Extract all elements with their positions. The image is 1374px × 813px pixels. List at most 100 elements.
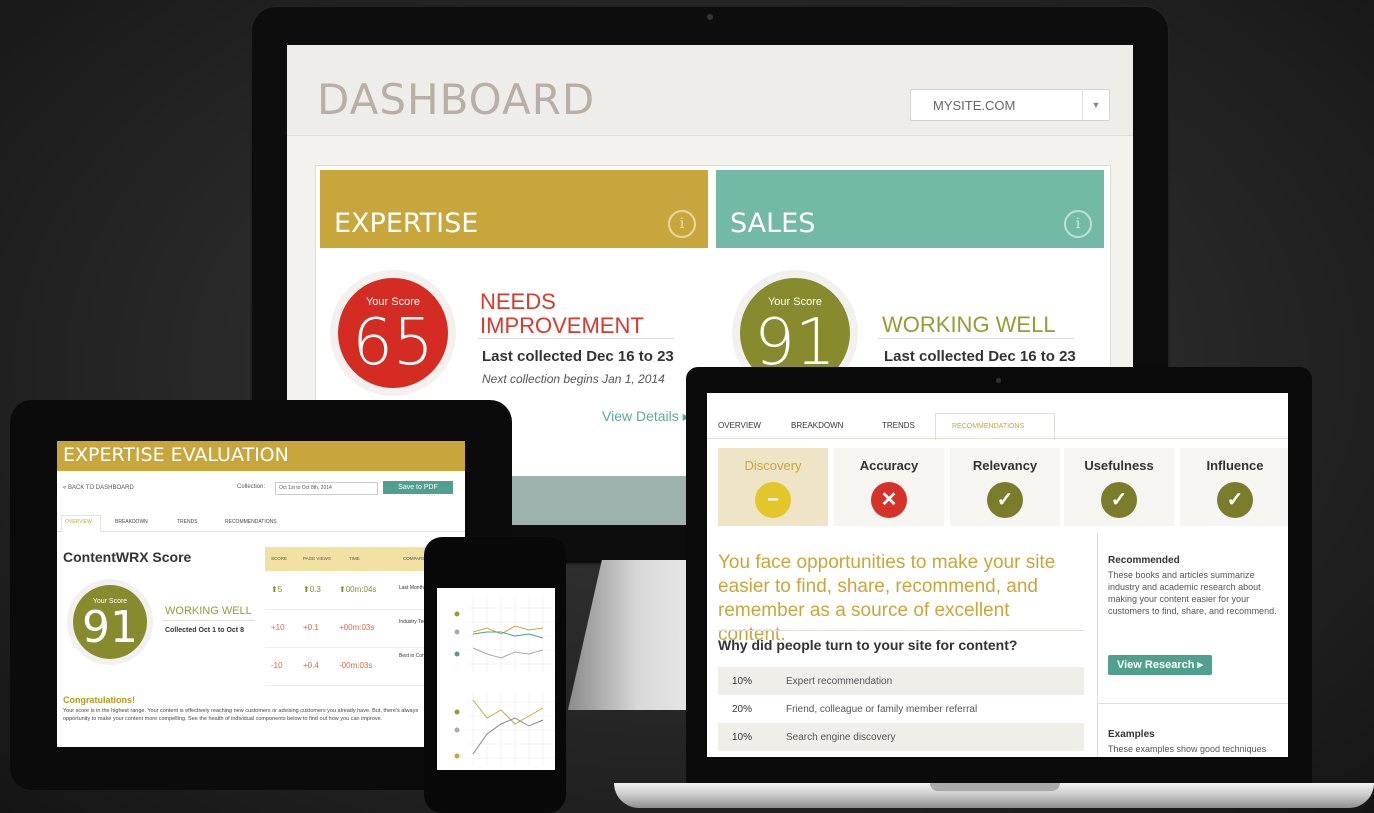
reason-percent: 10% (732, 676, 753, 687)
divider (878, 338, 1074, 339)
expertise-score-circle: Your Score 65 (338, 278, 448, 388)
metric-score: ⬆5 (271, 585, 283, 594)
category-label: Discovery (744, 458, 802, 473)
site-selector-value: MYSITE.COM (933, 98, 1016, 113)
category-influence[interactable]: Influence ✓ (1180, 448, 1288, 526)
recommended-heading: Recommended (1108, 555, 1180, 566)
phone-screen (437, 588, 555, 770)
tablet-status: WORKING WELL (165, 605, 252, 617)
laptop-opening-notch (930, 783, 1060, 791)
legend-dot (454, 629, 460, 635)
page-title: DASHBOARD (317, 75, 596, 124)
divider (718, 630, 1084, 631)
metric-score: +10 (271, 623, 285, 632)
phone-series-line (472, 647, 544, 659)
laptop-camera (996, 378, 1001, 383)
expertise-score-value: 65 (352, 306, 434, 380)
legend-dot (454, 727, 460, 733)
metric-time: -00m:03s (339, 661, 373, 670)
save-pdf-button[interactable]: Save to PDF (383, 481, 453, 494)
metric-page-views: ⬆0.3 (303, 585, 321, 594)
tablet-score-badge: Your Score 91 (67, 579, 153, 665)
metric-page-views: +0.4 (303, 661, 319, 670)
minus-icon: − (755, 482, 791, 518)
tab-recommendations[interactable]: RECOMMENDATIONS (935, 413, 1055, 440)
category-accuracy[interactable]: Accuracy ✕ (834, 448, 944, 526)
tab-recommendations-label: RECOMMENDATIONS (952, 423, 1025, 430)
phone-chart-grid-bottom (467, 692, 555, 766)
category-relevancy[interactable]: Relevancy ✓ (950, 448, 1060, 526)
tab-trends[interactable]: TRENDS (882, 421, 915, 430)
phone-series-line (472, 717, 544, 755)
collection-label: Collection: (237, 484, 266, 490)
category-usefulness[interactable]: Usefulness ✓ (1064, 448, 1174, 526)
expertise-next-collection: Next collection begins Jan 1, 2014 (482, 372, 665, 386)
x-icon: ✕ (871, 482, 907, 518)
category-discovery[interactable]: Discovery − (718, 448, 828, 526)
reason-row: 10% Expert recommendation (718, 667, 1084, 695)
metric-compare: Last Month (399, 585, 424, 591)
phone-series-line (472, 631, 544, 639)
reason-percent: 20% (732, 704, 753, 715)
check-icon: ✓ (1217, 482, 1253, 518)
tab-breakdown[interactable]: BREAKDOWN (791, 421, 843, 430)
info-icon[interactable]: i (1064, 210, 1092, 238)
chevron-down-icon[interactable]: ▼ (1082, 90, 1109, 120)
expertise-score-badge: Your Score 65 (330, 270, 456, 396)
tab-breakdown[interactable]: BREAKDOWN (115, 519, 148, 525)
laptop-screen: RECOMMENDATIONS OVERVIEW BREAKDOWN TREND… (707, 393, 1288, 757)
tablet-screen: EXPERTISE EVALUATION « BACK TO DASHBOARD… (57, 441, 465, 747)
view-details-link[interactable]: View Details ▸ (602, 408, 690, 425)
reason-percent: 10% (732, 732, 753, 743)
site-selector[interactable]: MYSITE.COM ▼ (910, 89, 1110, 121)
col-page-views: PAGE VIEWS (303, 556, 331, 561)
dashboard-header: DASHBOARD MYSITE.COM ▼ (287, 45, 1133, 136)
sales-panel-header: SALES i (716, 170, 1104, 248)
expertise-collected: Last collected Dec 16 to 23 (482, 348, 674, 365)
expertise-panel-header: EXPERTISE i (320, 170, 708, 248)
expertise-title: EXPERTISE (334, 208, 479, 239)
category-label: Accuracy (859, 458, 919, 473)
phone-series-line (472, 699, 544, 725)
score-heading: ContentWRX Score (63, 549, 192, 565)
phone-trend-charts (454, 598, 555, 766)
metric-time: +00m:03s (339, 623, 375, 632)
tab-overview[interactable]: OVERVIEW (718, 421, 761, 430)
info-icon[interactable]: i (668, 210, 696, 238)
category-label: Influence (1206, 458, 1264, 473)
sales-status: WORKING WELL (882, 312, 1056, 337)
expertise-status: NEEDS IMPROVEMENT (480, 290, 644, 338)
tab-recommendations[interactable]: RECOMMENDATIONS (225, 519, 277, 525)
divider (1098, 703, 1288, 704)
legend-dot (454, 753, 460, 759)
metric-time: ⬆00m:04s (339, 585, 377, 594)
check-icon: ✓ (987, 482, 1023, 518)
reason-row: 10% Search engine discovery (718, 723, 1084, 751)
divider (163, 620, 255, 621)
col-compare: COMPARE (403, 556, 426, 561)
back-to-dashboard-link[interactable]: « BACK TO DASHBOARD (63, 485, 134, 491)
col-score: SCORE (271, 556, 288, 561)
view-research-button[interactable]: View Research ▸ (1108, 655, 1212, 675)
category-label: Usefulness (1084, 458, 1154, 473)
congrats-heading: Congratulations! (63, 695, 135, 705)
tab-overview[interactable]: OVERVIEW (65, 519, 92, 525)
tabs-divider (707, 438, 1288, 439)
legend-dot (454, 651, 460, 657)
tablet-score-circle: Your Score 91 (73, 585, 147, 659)
reason-label: Search engine discovery (786, 732, 896, 743)
status-line-2: IMPROVEMENT (480, 313, 644, 338)
monitor-camera (707, 14, 713, 20)
status-line-1: NEEDS (480, 289, 556, 314)
collection-select[interactable]: Oct 1st to Oct 8th, 2014 (275, 482, 378, 495)
congrats-paragraph: Your score is in the highest range. Your… (63, 708, 419, 722)
tablet-title: EXPERTISE EVALUATION (63, 444, 289, 466)
recommendations-sidebar: Recommended These books and articles sum… (1097, 533, 1288, 757)
category-label: Relevancy (972, 458, 1038, 473)
col-time: TIME (349, 556, 360, 561)
tablet-score-value: 91 (82, 602, 138, 653)
sales-title: SALES (730, 208, 816, 239)
reason-label: Expert recommendation (786, 676, 893, 687)
metric-score: -10 (271, 661, 283, 670)
tab-trends[interactable]: TRENDS (177, 519, 198, 525)
